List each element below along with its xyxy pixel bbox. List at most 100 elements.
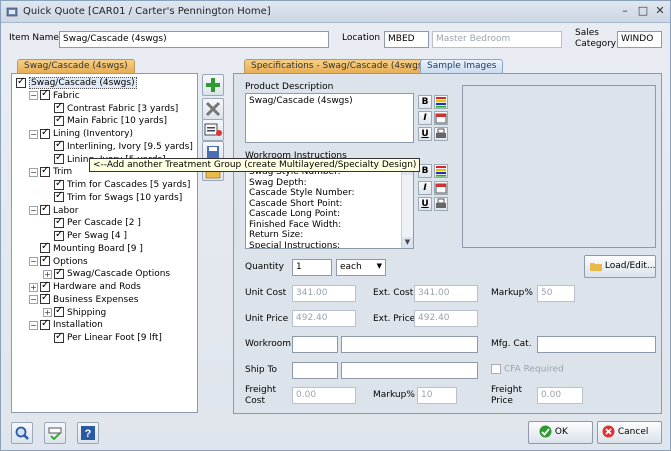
tree-item-checkbox[interactable]	[40, 281, 50, 292]
tree-item[interactable]: Per Cascade [2 ]	[54, 217, 141, 229]
tree-item[interactable]: Shipping	[54, 307, 106, 319]
tree-item[interactable]: Hardware and Rods	[40, 281, 141, 293]
tree-item-checkbox[interactable]	[54, 141, 64, 152]
tree-item-checkbox[interactable]	[54, 268, 64, 279]
load-edit-button[interactable]: Load/Edit...	[584, 255, 656, 278]
tab-specifications[interactable]: Specifications - Swag/Cascade (4swgs)	[244, 59, 434, 73]
ship-to-code-field[interactable]	[292, 362, 338, 379]
wi-italic-button[interactable]: I	[418, 181, 432, 195]
tree-item-checkbox[interactable]	[40, 166, 50, 177]
tree-item-checkbox[interactable]	[16, 77, 26, 88]
scroll-down-icon[interactable]: ▼	[402, 237, 413, 248]
tree-item[interactable]: Trim for Swags [10 yards]	[54, 192, 182, 204]
tree-item[interactable]: Labor	[40, 205, 78, 217]
maximize-button[interactable]: □	[634, 4, 652, 19]
tree-expander[interactable]: −	[29, 295, 38, 305]
freight-price-field[interactable]: 0.00	[537, 387, 583, 404]
tree-item[interactable]: Swag/Cascade (4swgs)	[16, 77, 137, 89]
workroom-instructions-field[interactable]: Swag Style Number: Swag Depth: Cascade Sty…	[245, 163, 414, 249]
mfg-cat-field[interactable]	[537, 336, 656, 353]
tree-item[interactable]: Swag/Cascade Options	[54, 268, 170, 280]
ext-cost-field: 341.00	[414, 285, 478, 302]
tree-expander[interactable]: +	[43, 269, 52, 279]
printer-icon	[436, 128, 446, 138]
tree-item-checkbox[interactable]	[54, 192, 64, 203]
tree-item-checkbox[interactable]	[54, 115, 64, 126]
unit-select-value: each	[340, 262, 362, 272]
tree-item[interactable]: Business Expenses	[40, 294, 138, 306]
tree-item[interactable]: Installation	[40, 319, 103, 331]
cfa-required-checkbox[interactable]: CFA Required	[491, 364, 564, 375]
tree-item-checkbox[interactable]	[54, 217, 64, 228]
wi-print-button[interactable]	[434, 197, 448, 211]
tree-item-checkbox[interactable]	[54, 332, 64, 343]
minimize-button[interactable]: –	[616, 4, 634, 19]
tree-expander[interactable]: −	[29, 129, 38, 139]
tree-item-checkbox[interactable]	[54, 230, 64, 241]
add-button[interactable]	[202, 74, 224, 96]
ok-button[interactable]: OK	[528, 421, 593, 444]
location-code-field[interactable]: MBED	[384, 31, 429, 48]
markup-field[interactable]: 50	[537, 285, 575, 302]
cfa-required-check[interactable]	[491, 364, 501, 374]
workroom-instructions-scrollbar[interactable]: ▲ ▼	[401, 164, 413, 248]
tree-item-checkbox[interactable]	[40, 294, 50, 305]
cancel-button[interactable]: Cancel	[597, 421, 662, 444]
tree-item[interactable]: Interlining, Ivory [9.5 yards]	[54, 141, 193, 153]
tab-sample-images[interactable]: Sample Images	[420, 59, 504, 73]
workroom-code-field[interactable]	[292, 336, 338, 353]
help-button[interactable]: ?	[77, 422, 99, 444]
close-button[interactable]: ✕	[651, 4, 669, 19]
bold-button[interactable]: B	[418, 95, 432, 109]
sales-category-field[interactable]: WINDO	[617, 31, 662, 48]
product-description-field[interactable]: Swag/Cascade (4swgs)	[245, 93, 414, 143]
tree-item[interactable]: Per Linear Foot [9 lft]	[54, 332, 162, 344]
tree-expander[interactable]: −	[29, 167, 38, 177]
tree-item[interactable]: Trim for Cascades [5 yards]	[54, 179, 190, 191]
spell-check-button[interactable]	[44, 422, 66, 444]
tree-expander[interactable]: +	[29, 282, 38, 292]
tree-item[interactable]: Contrast Fabric [3 yards]	[54, 103, 178, 115]
unit-select[interactable]: each ▼	[336, 259, 386, 276]
item-name-field[interactable]: Swag/Cascade (4swgs)	[59, 31, 329, 48]
tree-expander[interactable]: −	[29, 320, 38, 330]
tree-item[interactable]: Options	[40, 256, 88, 268]
tree-item-checkbox[interactable]	[54, 307, 64, 317]
tree-item[interactable]: Trim	[40, 166, 72, 178]
tab-treatment[interactable]: Swag/Cascade (4swgs)	[17, 59, 135, 73]
add-treatment-group-button[interactable]	[202, 119, 224, 141]
tree-item-checkbox[interactable]	[40, 243, 50, 254]
underline-button[interactable]: U	[418, 127, 432, 141]
print-button[interactable]	[434, 127, 448, 141]
tree-item-checkbox[interactable]	[40, 319, 50, 330]
tree-item-checkbox[interactable]	[40, 90, 50, 101]
tree-item[interactable]: Lining (Inventory)	[40, 128, 133, 140]
tree-expander[interactable]: −	[29, 206, 38, 215]
workroom-name-field[interactable]	[341, 336, 478, 353]
wi-insert-date-button[interactable]	[434, 181, 448, 195]
tree-item-checkbox[interactable]	[54, 103, 64, 113]
freight-cost-field[interactable]: 0.00	[292, 387, 356, 404]
wi-color-picker-button[interactable]	[434, 164, 448, 178]
tree-expander[interactable]: −	[29, 91, 38, 101]
tree-item-checkbox[interactable]	[40, 128, 50, 139]
ship-to-name-field[interactable]	[341, 362, 478, 379]
tree-item-checkbox[interactable]	[54, 154, 64, 164]
delete-button[interactable]	[202, 98, 224, 120]
tree-item-checkbox[interactable]	[54, 179, 64, 190]
tree-item-checkbox[interactable]	[40, 256, 50, 266]
color-picker-button[interactable]	[434, 95, 448, 109]
tree-expander[interactable]: −	[29, 257, 38, 266]
tree-item-checkbox[interactable]	[40, 205, 50, 215]
italic-button[interactable]: I	[418, 111, 432, 125]
wi-underline-button[interactable]: U	[418, 197, 432, 211]
quantity-field[interactable]: 1	[292, 259, 332, 276]
tree-item[interactable]: Mounting Board [9 ]	[40, 243, 143, 255]
insert-date-button[interactable]	[434, 111, 448, 125]
tree-item[interactable]: Main Fabric [10 yards]	[54, 115, 167, 127]
tree-item[interactable]: Per Swag [4 ]	[54, 230, 127, 242]
search-button[interactable]	[11, 422, 33, 444]
tree-expander[interactable]: +	[43, 308, 52, 317]
freight-markup-field[interactable]: 10	[417, 387, 457, 404]
tree-item[interactable]: Fabric	[40, 90, 80, 102]
